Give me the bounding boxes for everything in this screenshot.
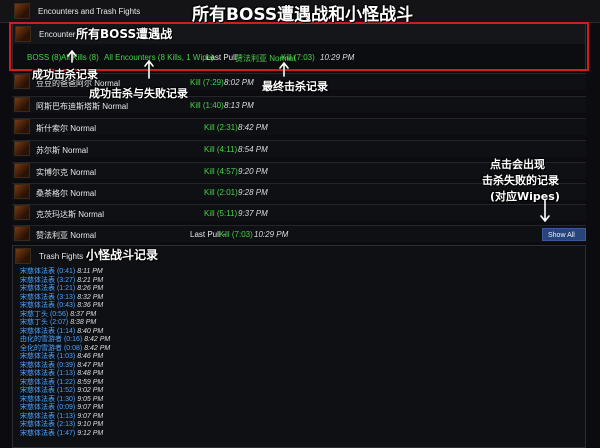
arrow-icon [67, 49, 550, 223]
